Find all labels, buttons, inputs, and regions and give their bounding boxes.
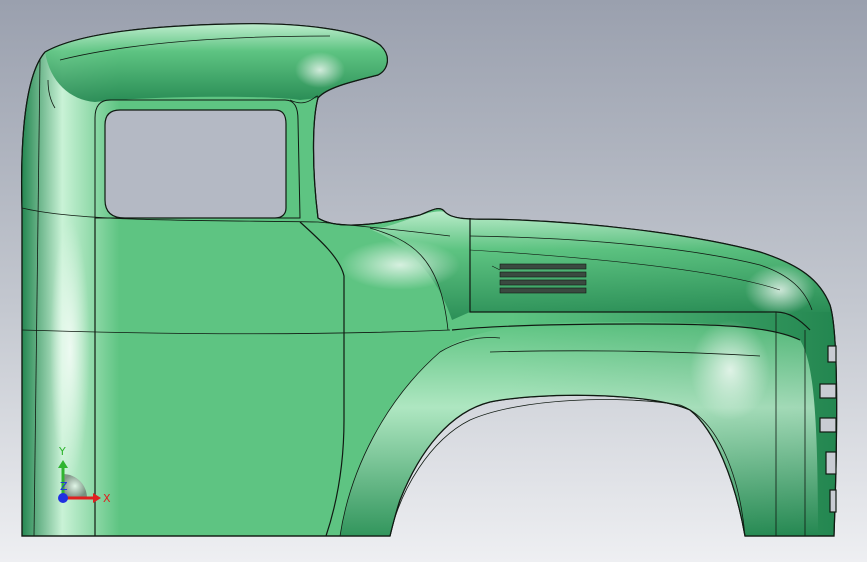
triad-x-label: X [103,492,111,505]
vent-slot [499,263,587,270]
body-shine-4 [295,52,345,88]
vent-slot [499,279,587,286]
body-shine-1 [50,220,90,480]
door-window-glass[interactable] [104,109,287,219]
vent-slot [499,271,587,278]
cad-graphics-viewport[interactable]: Y X Z [0,0,867,562]
grille-slot [827,345,837,363]
body-shine-3 [690,320,770,420]
vent-slot [499,287,587,294]
grille-slot [819,417,837,433]
body-shine-2 [340,240,460,290]
grille-slot [829,489,837,513]
triad-z-label: Z [60,480,68,493]
grille-slot [819,383,837,399]
triad-z-axis [58,493,68,503]
triad-y-label: Y [58,445,66,458]
grille-slot [825,451,837,475]
